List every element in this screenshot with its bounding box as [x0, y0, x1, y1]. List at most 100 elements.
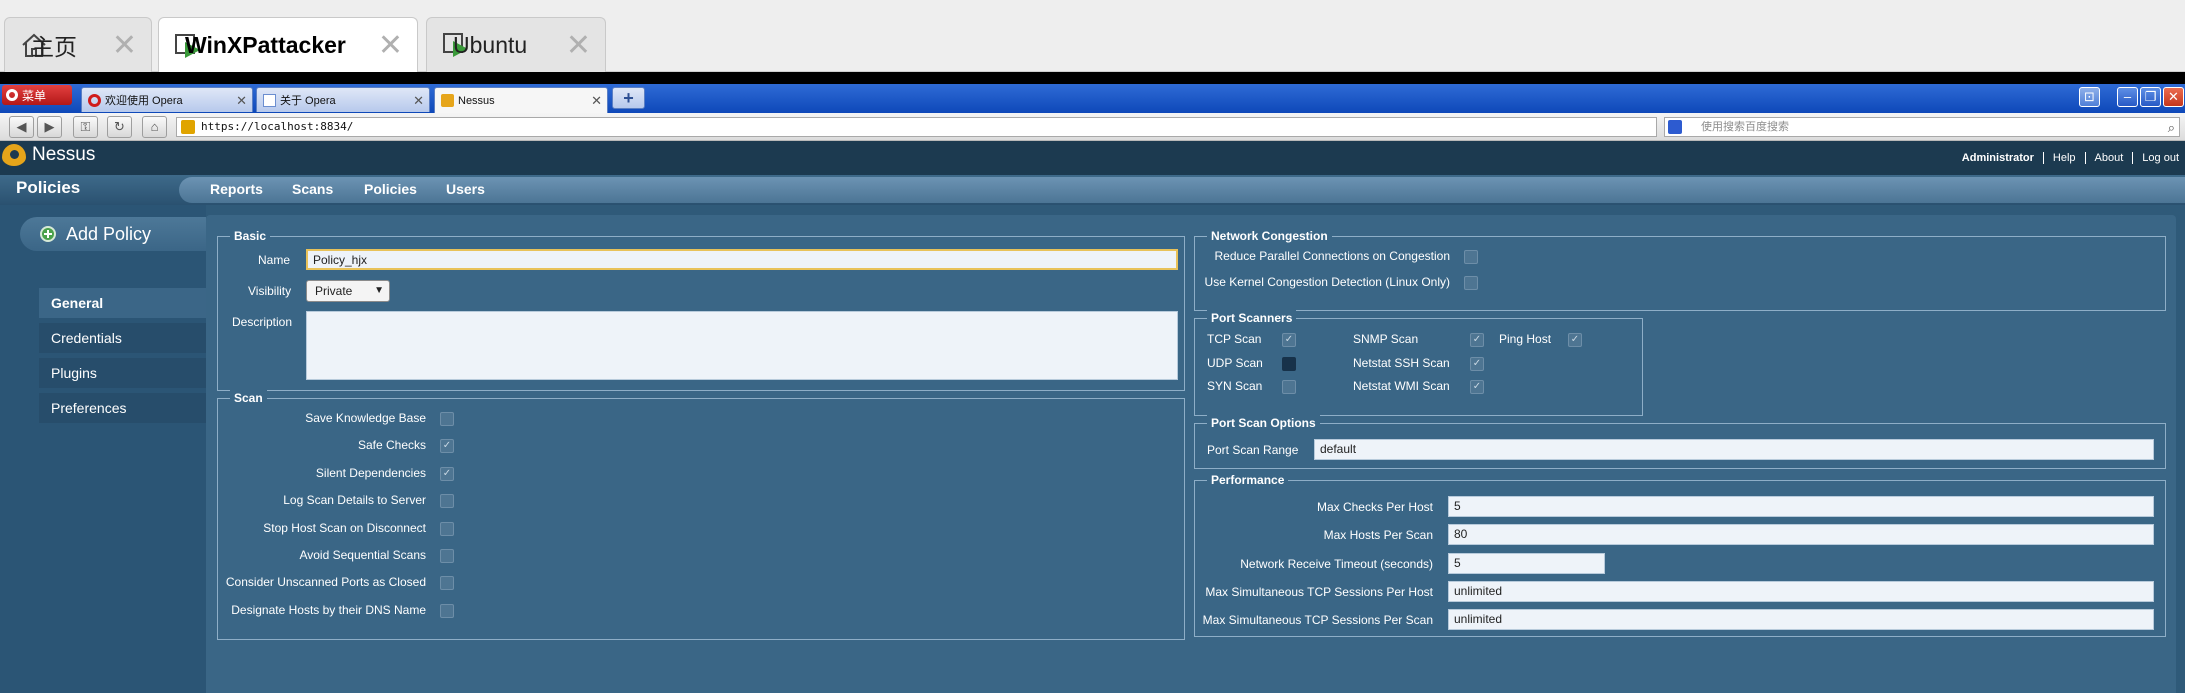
home-button[interactable]: ⌂: [142, 116, 167, 138]
performance-field[interactable]: unlimited: [1448, 609, 2154, 631]
port-scanner-label: SYN Scan: [1207, 379, 1263, 393]
scan-option-label: Save Knowledge Base: [305, 411, 426, 425]
nessus-logo[interactable]: Nessus: [2, 144, 95, 166]
congestion-option-checkbox[interactable]: [1464, 276, 1478, 290]
browser-tab-label: Nessus: [458, 94, 495, 107]
scan-option-checkbox[interactable]: [440, 576, 454, 591]
close-icon[interactable]: ✕: [112, 31, 137, 61]
port-scanner-checkbox[interactable]: [1282, 380, 1296, 394]
port-scan-range-field[interactable]: default: [1314, 439, 2154, 460]
sidebar-item-plugins[interactable]: Plugins: [39, 358, 206, 388]
browser-tab-label: 关于 Opera: [280, 95, 336, 107]
vm-tab-winxpattacker[interactable]: WinXPattacker ✕: [158, 17, 418, 73]
browser-tab-label: 欢迎使用 Opera: [105, 95, 183, 107]
url-field[interactable]: https://localhost:8834/: [176, 117, 1657, 137]
site-security-icon: [181, 120, 195, 134]
reload-button[interactable]: ↻: [107, 116, 132, 138]
close-icon[interactable]: ✕: [413, 93, 424, 109]
scan-option-checkbox[interactable]: [440, 603, 454, 618]
visibility-select[interactable]: Private ▼: [306, 280, 390, 302]
scan-option-checkbox[interactable]: ✓: [440, 439, 454, 454]
port-scanner-checkbox[interactable]: ✓: [1282, 333, 1296, 347]
settings-panel: Basic Name Policy_hjx Visibility Private…: [206, 215, 2176, 693]
search-field[interactable]: 使用搜索百度搜索 ⌕: [1664, 117, 2180, 137]
policy-editor: Add Policy General Credentials Plugins P…: [0, 205, 2185, 693]
vm-tab-label: 主页: [31, 34, 77, 60]
policy-name-field[interactable]: Policy_hjx: [306, 249, 1178, 270]
tab-menu-icon[interactable]: ⊡: [2079, 87, 2100, 107]
group-title: Port Scan Options: [1207, 415, 1320, 431]
scan-option-label: Designate Hosts by their DNS Name: [231, 602, 426, 617]
port-scanner-label: Netstat WMI Scan: [1353, 379, 1450, 393]
scan-option-checkbox[interactable]: [440, 412, 454, 426]
scan-option-checkbox[interactable]: ✓: [440, 466, 454, 481]
minimize-button[interactable]: –: [2117, 87, 2138, 107]
performance-label: Network Receive Timeout (seconds): [1240, 556, 1433, 571]
sidebar-item-preferences[interactable]: Preferences: [39, 393, 206, 423]
nessus-header: Nessus Administrator Help About Log out: [0, 141, 2185, 175]
scan-group: Scan Save Knowledge Base Safe Checks ✓ Sile…: [217, 390, 1185, 640]
nav-users[interactable]: Users: [446, 181, 485, 197]
nav-bar: Policies Reports Scans Policies Users: [0, 175, 2185, 205]
close-icon[interactable]: ✕: [378, 31, 403, 61]
port-scanner-checkbox[interactable]: ✓: [1470, 357, 1484, 371]
vm-tab-label: Ubuntu: [453, 31, 528, 58]
vm-tab-ubuntu[interactable]: Ubuntu ✕: [426, 17, 606, 72]
scan-option-label: Stop Host Scan on Disconnect: [263, 520, 426, 535]
description-field[interactable]: [306, 311, 1178, 380]
new-tab-button[interactable]: +: [612, 87, 645, 109]
add-policy-button[interactable]: Add Policy: [20, 217, 206, 251]
nav-scans[interactable]: Scans: [292, 181, 333, 197]
key-icon[interactable]: ⚿: [73, 116, 98, 138]
name-label: Name: [258, 253, 291, 267]
back-button[interactable]: ◀: [9, 116, 34, 138]
scan-option-checkbox[interactable]: [440, 521, 454, 536]
group-title: Scan: [230, 390, 267, 406]
performance-field[interactable]: 5: [1448, 496, 2154, 517]
dropdown-arrow-icon: ▼: [374, 285, 384, 296]
vm-tab-bar: 主页 ✕ WinXPattacker ✕ Ubuntu ✕: [0, 0, 2185, 73]
close-window-button[interactable]: ✕: [2163, 87, 2184, 107]
close-icon[interactable]: ✕: [236, 93, 247, 109]
search-placeholder: 使用搜索百度搜索: [1701, 121, 1789, 133]
nav-policies[interactable]: Policies: [364, 181, 417, 197]
port-scanner-checkbox[interactable]: ✓: [1470, 380, 1484, 394]
nav-reports[interactable]: Reports: [210, 181, 263, 197]
nessus-favicon-icon: [441, 94, 454, 107]
close-icon[interactable]: ✕: [591, 93, 602, 109]
address-toolbar: ◀ ▶ ⚿ ↻ ⌂ https://localhost:8834/ 使用搜索百度…: [0, 113, 2185, 141]
help-link[interactable]: Help: [2044, 152, 2086, 164]
sidebar-item-credentials[interactable]: Credentials: [39, 323, 206, 353]
scan-option-checkbox[interactable]: [440, 494, 454, 509]
logout-link[interactable]: Log out: [2133, 152, 2179, 164]
forward-button[interactable]: ▶: [37, 116, 62, 138]
search-engine-icon[interactable]: [1668, 120, 1682, 134]
browser-tab-welcome[interactable]: 欢迎使用 Opera ✕: [81, 87, 253, 112]
performance-field[interactable]: 5: [1448, 552, 1605, 574]
opera-menu-label: 菜单: [22, 88, 47, 103]
port-scanner-checkbox[interactable]: ✓: [1568, 333, 1582, 347]
description-label: Description: [232, 315, 293, 329]
close-icon[interactable]: ✕: [566, 31, 591, 61]
performance-field[interactable]: unlimited: [1448, 580, 2154, 602]
performance-field[interactable]: 80: [1448, 524, 2154, 546]
group-title: Performance: [1207, 472, 1289, 488]
about-link[interactable]: About: [2086, 152, 2134, 164]
scan-option-label: Silent Dependencies: [315, 465, 426, 480]
port-scanner-checkbox[interactable]: [1282, 357, 1296, 371]
browser-tab-about[interactable]: 关于 Opera ✕: [256, 87, 430, 112]
network-congestion-group: Network Congestion Reduce Parallel Conne…: [1194, 228, 2166, 311]
search-icon[interactable]: ⌕: [2168, 119, 2175, 137]
visibility-value: Private: [315, 284, 353, 298]
brand-name: Nessus: [32, 144, 96, 165]
scan-option-checkbox[interactable]: [440, 549, 454, 563]
restore-button[interactable]: ❐: [2140, 87, 2161, 107]
scan-option-label: Log Scan Details to Server: [283, 493, 426, 508]
opera-menu-button[interactable]: 菜单: [2, 85, 72, 105]
vm-tab-home[interactable]: 主页 ✕: [4, 17, 152, 72]
congestion-option-checkbox[interactable]: [1464, 250, 1478, 264]
user-name[interactable]: Administrator: [1953, 152, 2044, 164]
browser-tab-nessus[interactable]: Nessus ✕: [434, 87, 608, 113]
sidebar-item-general[interactable]: General: [39, 288, 206, 318]
port-scanner-checkbox[interactable]: ✓: [1470, 333, 1484, 347]
